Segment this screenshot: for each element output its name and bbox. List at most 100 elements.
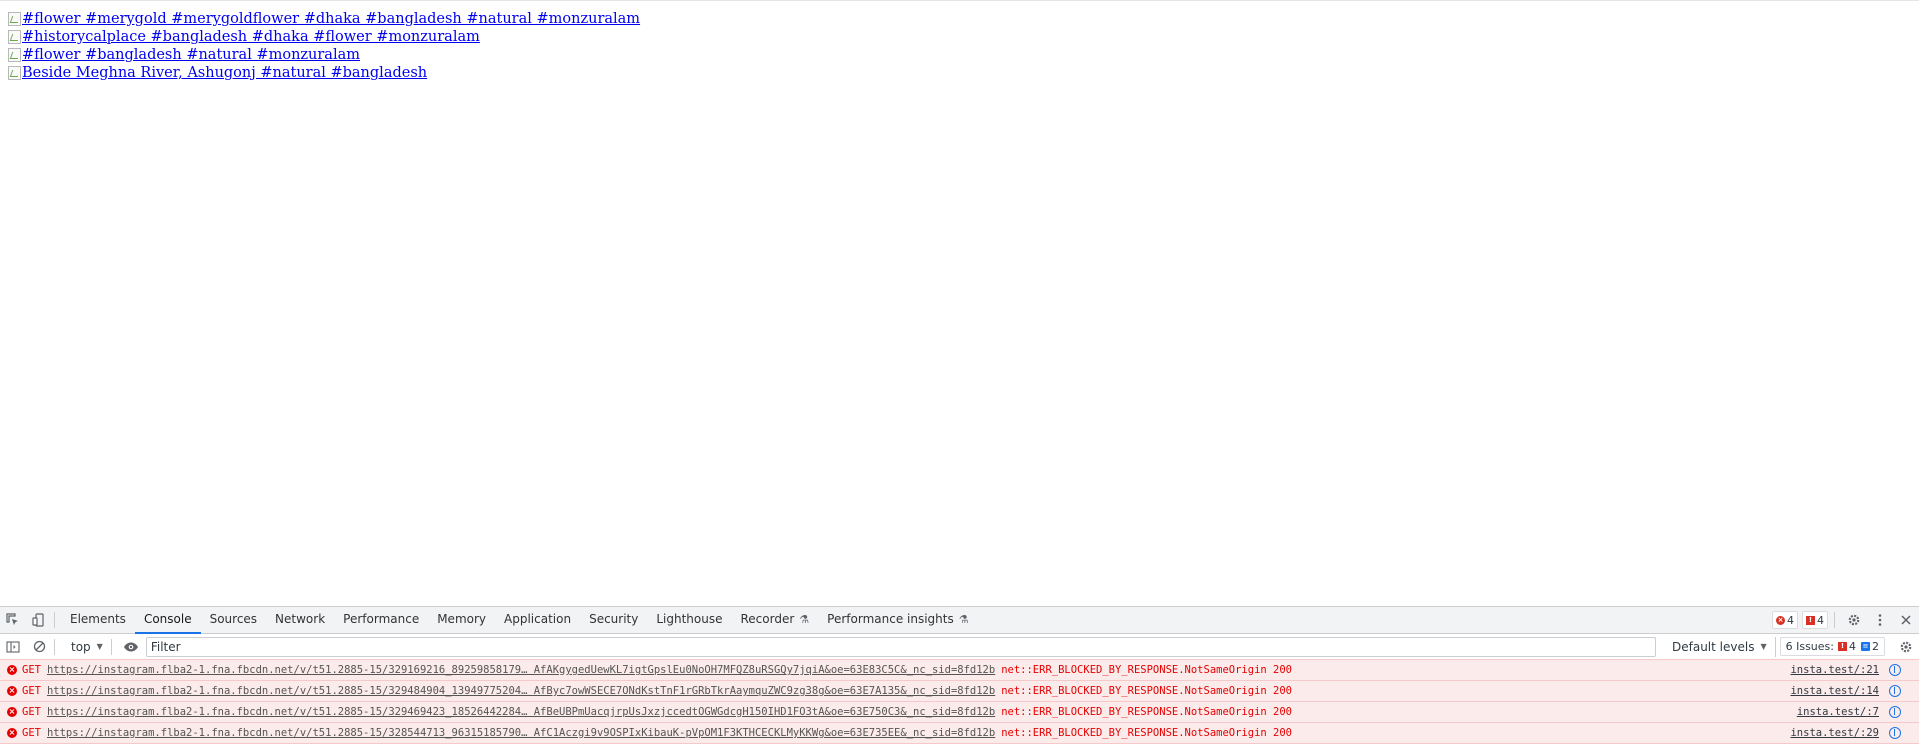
tab-label: Performance — [343, 612, 420, 626]
tab-security[interactable]: Security — [580, 607, 647, 634]
request-url-link[interactable]: https://instagram.flba2-1.fna.fbcdn.net/… — [47, 664, 995, 676]
issues-info-count: 2 — [1872, 640, 1879, 653]
error-text: net::ERR_BLOCKED_BY_RESPONSE.NotSameOrig… — [1001, 685, 1292, 697]
context-selector[interactable]: top ▼ — [61, 637, 109, 657]
error-icon: × — [7, 665, 17, 675]
console-error-row: × GET https://instagram.flba2-1.fna.fbcd… — [0, 722, 1919, 744]
devtools-tabs: Elements Console Sources Network Perform… — [61, 607, 978, 634]
issue-flag-icon: ! — [1806, 615, 1815, 625]
source-link[interactable]: insta.test/:29 — [1790, 727, 1879, 739]
log-levels-label: Default levels — [1672, 639, 1755, 654]
error-text: net::ERR_BLOCKED_BY_RESPONSE.NotSameOrig… — [1001, 727, 1292, 739]
image-alt-text: #flower #merygold #merygoldflower #dhaka… — [22, 11, 641, 27]
filter-box — [145, 636, 1656, 657]
tabbar-actions: × 4 ! 4 — [1772, 607, 1919, 634]
clear-console-icon[interactable] — [26, 634, 52, 660]
image-link[interactable]: #flower #merygold #merygoldflower #dhaka… — [8, 10, 640, 28]
network-request-icon[interactable] — [1889, 664, 1901, 676]
image-link[interactable]: Beside Meghna River, Ashugonj #natural #… — [8, 64, 640, 82]
device-toolbar-icon[interactable] — [26, 607, 52, 633]
source-link[interactable]: insta.test/:14 — [1790, 685, 1879, 697]
request-url-link[interactable]: https://instagram.flba2-1.fna.fbcdn.net/… — [47, 727, 995, 739]
issue-count-badge[interactable]: ! 4 — [1802, 611, 1828, 629]
tab-application[interactable]: Application — [495, 607, 580, 634]
tab-elements[interactable]: Elements — [61, 607, 135, 634]
divider — [54, 612, 55, 628]
broken-image-icon — [8, 66, 21, 80]
settings-gear-icon[interactable] — [1841, 607, 1867, 633]
tab-label: Console — [143, 612, 192, 626]
network-request-icon[interactable] — [1889, 706, 1901, 718]
tab-performance-insights[interactable]: Performance insights ⚗ — [818, 607, 977, 634]
inspect-element-icon[interactable] — [0, 607, 26, 633]
tab-label: Sources — [209, 612, 258, 626]
close-icon[interactable] — [1893, 607, 1919, 633]
tab-label: Elements — [70, 612, 126, 626]
console-toolbar: top ▼ Default levels ▼ 6 Issues: ! 4 ≡ 2 — [0, 634, 1919, 660]
error-count-badge[interactable]: × 4 — [1772, 611, 1798, 629]
error-count: 4 — [1787, 613, 1794, 627]
image-link-list: #flower #merygold #merygoldflower #dhaka… — [8, 10, 640, 82]
divider — [110, 638, 112, 655]
devtools-panel: Elements Console Sources Network Perform… — [0, 606, 1919, 754]
tab-label: Application — [504, 612, 572, 626]
broken-image-icon — [8, 12, 21, 26]
tab-performance[interactable]: Performance — [334, 607, 428, 634]
divider — [1834, 612, 1835, 628]
image-link[interactable]: #historycalplace #bangladesh #dhaka #flo… — [8, 28, 640, 46]
image-alt-text: #flower #bangladesh #natural #monzuralam — [22, 47, 360, 63]
live-expression-eye-icon[interactable] — [118, 634, 144, 660]
tab-label: Recorder — [740, 612, 795, 626]
error-icon: × — [7, 707, 17, 717]
request-url-link[interactable]: https://instagram.flba2-1.fna.fbcdn.net/… — [47, 706, 995, 718]
tab-label: Lighthouse — [656, 612, 723, 626]
network-request-icon[interactable] — [1889, 685, 1901, 697]
tab-label: Performance insights — [827, 612, 954, 626]
request-url-link[interactable]: https://instagram.flba2-1.fna.fbcdn.net/… — [47, 685, 995, 697]
image-link[interactable]: #flower #bangladesh #natural #monzuralam — [8, 46, 640, 64]
request-method: GET — [22, 685, 41, 697]
issues-label: 6 Issues: — [1785, 640, 1834, 653]
tab-label: Security — [589, 612, 639, 626]
console-error-row: × GET https://instagram.flba2-1.fna.fbcd… — [0, 659, 1919, 681]
tab-memory[interactable]: Memory — [428, 607, 495, 634]
request-method: GET — [22, 727, 41, 739]
filter-input[interactable] — [150, 639, 1651, 654]
console-error-row: × GET https://instagram.flba2-1.fna.fbcd… — [0, 680, 1919, 702]
experiment-icon: ⚗ — [799, 612, 810, 626]
source-link[interactable]: insta.test/:7 — [1797, 706, 1879, 718]
tab-sources[interactable]: Sources — [201, 607, 266, 634]
sidebar-toggle-icon[interactable] — [0, 634, 26, 660]
tab-console[interactable]: Console — [134, 607, 201, 634]
error-text: net::ERR_BLOCKED_BY_RESPONSE.NotSameOrig… — [1001, 706, 1292, 718]
info-message-icon: ≡ — [1861, 642, 1870, 651]
chevron-down-icon: ▼ — [96, 642, 103, 651]
tab-network[interactable]: Network — [266, 607, 334, 634]
source-link[interactable]: insta.test/:21 — [1790, 664, 1879, 676]
log-levels-dropdown[interactable]: Default levels ▼ — [1664, 636, 1776, 657]
console-settings-gear-icon[interactable] — [1893, 634, 1919, 660]
image-alt-text: Beside Meghna River, Ashugonj #natural #… — [22, 65, 428, 81]
experiment-icon: ⚗ — [958, 612, 969, 626]
request-method: GET — [22, 664, 41, 676]
console-error-row: × GET https://instagram.flba2-1.fna.fbcd… — [0, 701, 1919, 723]
chevron-down-icon: ▼ — [1760, 642, 1767, 651]
error-icon: × — [7, 686, 17, 696]
error-icon: × — [7, 728, 17, 738]
more-options-icon[interactable] — [1867, 607, 1893, 633]
issue-flag-icon: ! — [1838, 642, 1847, 651]
tab-recorder[interactable]: Recorder ⚗ — [732, 607, 819, 634]
tab-label: Network — [275, 612, 326, 626]
error-text: net::ERR_BLOCKED_BY_RESPONSE.NotSameOrig… — [1001, 664, 1292, 676]
page-viewport: #flower #merygold #merygoldflower #dhaka… — [0, 0, 1919, 606]
divider — [54, 638, 55, 655]
devtools-tabbar: Elements Console Sources Network Perform… — [0, 607, 1919, 634]
tab-lighthouse[interactable]: Lighthouse — [647, 607, 731, 634]
tab-label: Memory — [437, 612, 487, 626]
issues-button[interactable]: 6 Issues: ! 4 ≡ 2 — [1779, 637, 1885, 656]
image-alt-text: #historycalplace #bangladesh #dhaka #flo… — [22, 29, 480, 45]
broken-image-icon — [8, 48, 21, 62]
issue-count: 4 — [1817, 613, 1824, 627]
network-request-icon[interactable] — [1889, 727, 1901, 739]
issues-error-count: 4 — [1849, 640, 1856, 653]
